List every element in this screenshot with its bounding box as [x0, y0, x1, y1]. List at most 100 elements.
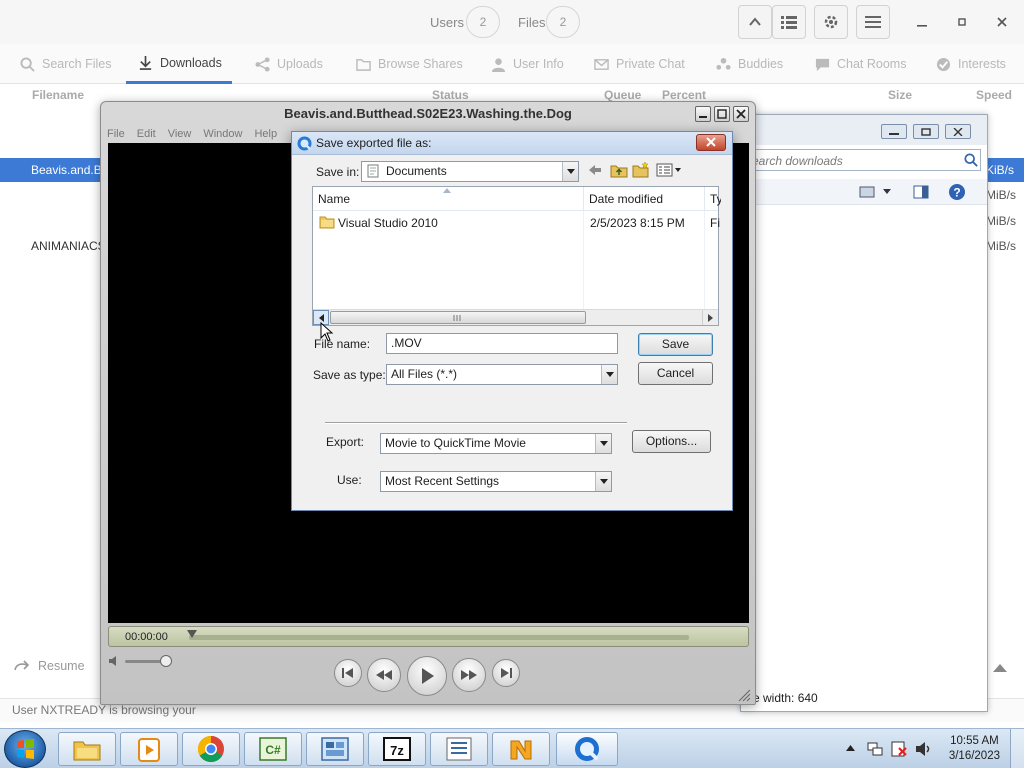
settings-button[interactable] — [814, 5, 848, 39]
menu-view[interactable]: View — [168, 128, 192, 144]
menu-file[interactable]: File — [107, 128, 125, 144]
tab-search-files[interactable]: Search Files — [20, 44, 111, 84]
dialog-close-button[interactable] — [696, 134, 726, 151]
control-panel-icon — [321, 737, 349, 761]
export-label: Export: — [326, 435, 365, 449]
list-view-button[interactable] — [772, 5, 806, 39]
up-folder-icon[interactable] — [610, 162, 628, 178]
menu-button[interactable] — [856, 5, 890, 39]
download-manager-window: earch downloads ? e width: 640 — [740, 114, 988, 712]
volume-thumb[interactable] — [160, 655, 172, 667]
minimize-icon — [889, 132, 899, 135]
tab-downloads[interactable]: Downloads — [126, 44, 232, 84]
skip-end-button[interactable] — [492, 659, 520, 687]
tab-chat-rooms[interactable]: Chat Rooms — [815, 44, 906, 84]
list-item[interactable]: Visual Studio 2010 2/5/2023 8:15 PM Fi — [313, 213, 720, 233]
dropdown-arrow[interactable] — [595, 434, 611, 453]
minimize-button[interactable] — [695, 106, 711, 122]
taskbar-explorer[interactable] — [58, 732, 116, 766]
new-folder-icon[interactable] — [632, 161, 650, 178]
close-button[interactable] — [733, 106, 749, 122]
collapse-button[interactable] — [738, 5, 772, 39]
search-box[interactable]: earch downloads — [745, 149, 981, 171]
close-button[interactable] — [992, 12, 1012, 32]
network-icon[interactable] — [866, 740, 884, 758]
column-size[interactable]: Size — [888, 88, 912, 102]
save-as-type-select[interactable]: All Files (*.*) — [386, 364, 618, 385]
action-center-icon[interactable] — [890, 740, 908, 758]
column-status[interactable]: Status — [432, 88, 469, 102]
tab-user-info[interactable]: User Info — [491, 44, 564, 84]
menu-window[interactable]: Window — [203, 128, 242, 144]
help-icon[interactable]: ? — [948, 183, 966, 201]
users-count[interactable]: 2 — [466, 6, 500, 38]
scroll-thumb[interactable] — [330, 311, 586, 324]
play-button[interactable] — [407, 656, 447, 696]
resize-grip-icon[interactable] — [737, 688, 751, 702]
show-desktop-button[interactable] — [1010, 729, 1024, 768]
files-count[interactable]: 2 — [546, 6, 580, 38]
menu-help[interactable]: Help — [254, 128, 277, 144]
use-select[interactable]: Most Recent Settings — [380, 471, 612, 492]
minimize-button[interactable] — [881, 124, 907, 139]
column-queue[interactable]: Queue — [604, 88, 641, 102]
tab-label: Interests — [958, 57, 1006, 71]
volume-icon[interactable] — [914, 740, 932, 758]
expand-up-icon[interactable] — [993, 662, 1007, 672]
save-as-type-label: Save as type: — [313, 368, 386, 382]
fast-forward-button[interactable] — [452, 658, 486, 692]
start-button[interactable] — [4, 730, 46, 768]
clock[interactable]: 10:55 AM 3/16/2023 — [949, 734, 1000, 764]
time-display: 00:00:00 — [108, 626, 749, 647]
tab-uploads[interactable]: Uploads — [255, 44, 323, 84]
taskbar-nicotine[interactable] — [492, 732, 550, 766]
tab-browse-shares[interactable]: Browse Shares — [356, 44, 463, 84]
scrub-bar[interactable] — [189, 635, 689, 640]
maximize-button[interactable] — [952, 12, 972, 32]
column-percent[interactable]: Percent — [662, 88, 706, 102]
skip-start-button[interactable] — [334, 659, 362, 687]
dropdown-arrow[interactable] — [601, 365, 617, 384]
taskbar-media-player[interactable] — [120, 732, 178, 766]
restore-button[interactable] — [913, 124, 939, 139]
tab-interests[interactable]: Interests — [936, 44, 1006, 84]
taskbar-list-app[interactable] — [430, 732, 488, 766]
tab-buddies[interactable]: Buddies — [716, 44, 783, 84]
horizontal-scrollbar[interactable] — [313, 309, 718, 325]
rewind-button[interactable] — [367, 658, 401, 692]
back-icon[interactable] — [588, 164, 602, 176]
view-menu-icon[interactable] — [656, 163, 682, 177]
column-speed[interactable]: Speed — [976, 88, 1012, 102]
resume-button[interactable]: Resume — [14, 659, 85, 673]
taskbar-7zip[interactable]: 7z — [368, 732, 426, 766]
view-icon[interactable] — [859, 185, 875, 199]
scroll-right-button[interactable] — [702, 310, 718, 325]
column-type[interactable]: Ty — [705, 187, 721, 211]
column-name[interactable]: Name — [313, 187, 584, 211]
playhead-icon[interactable] — [187, 630, 197, 638]
column-filename[interactable]: Filename — [32, 88, 84, 102]
tab-private-chat[interactable]: Private Chat — [594, 44, 685, 84]
close-button[interactable] — [945, 124, 971, 139]
pane-icon[interactable] — [913, 185, 929, 199]
column-date-modified[interactable]: Date modified — [584, 187, 705, 211]
dropdown-arrow[interactable] — [595, 472, 611, 491]
maximize-button[interactable] — [714, 106, 730, 122]
taskbar-csharp[interactable]: C# — [244, 732, 302, 766]
menu-edit[interactable]: Edit — [137, 128, 156, 144]
save-in-select[interactable]: Documents — [361, 161, 579, 182]
options-button[interactable]: Options... — [632, 430, 711, 453]
taskbar-chrome[interactable] — [182, 732, 240, 766]
taskbar-quicktime[interactable] — [556, 732, 618, 766]
save-button[interactable]: Save — [638, 333, 713, 356]
file-name-input[interactable]: .MOV — [386, 333, 618, 354]
close-icon — [997, 17, 1007, 27]
dropdown-arrow[interactable] — [562, 162, 578, 181]
folder-icon — [319, 216, 335, 229]
show-hidden-icons[interactable] — [846, 745, 855, 751]
cancel-button[interactable]: Cancel — [638, 362, 713, 385]
chevron-down-icon[interactable] — [883, 189, 891, 194]
minimize-button[interactable] — [912, 12, 932, 32]
taskbar-control-panel[interactable] — [306, 732, 364, 766]
export-select[interactable]: Movie to QuickTime Movie — [380, 433, 612, 454]
